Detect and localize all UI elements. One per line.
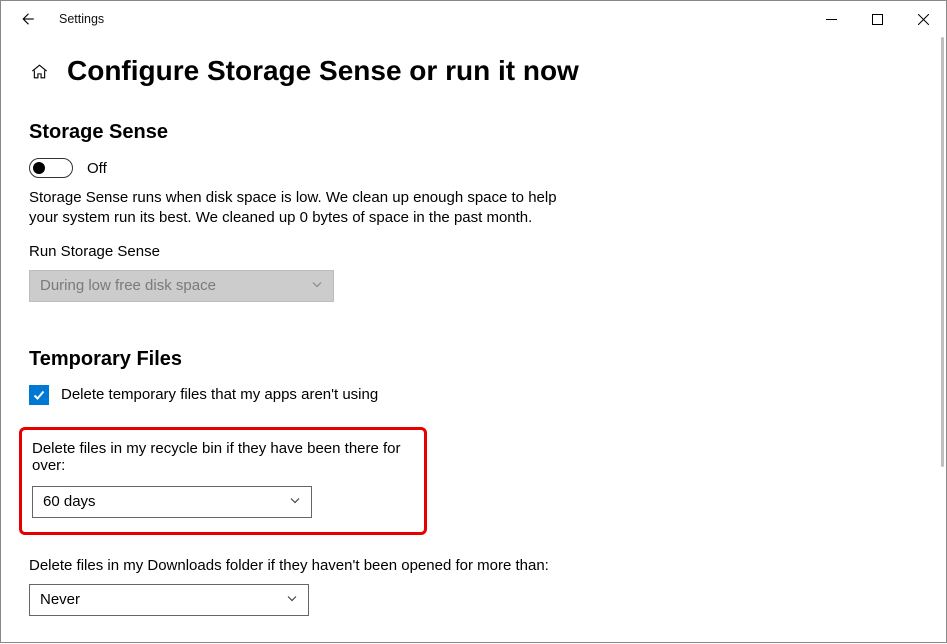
- close-icon: [918, 14, 929, 25]
- delete-unused-row: Delete temporary files that my apps aren…: [29, 385, 918, 405]
- checkmark-icon: [32, 388, 46, 402]
- recycle-bin-value: 60 days: [43, 493, 96, 510]
- titlebar: Settings: [1, 1, 946, 37]
- run-storage-sense-dropdown: During low free disk space: [29, 270, 334, 302]
- page-title: Configure Storage Sense or run it now: [67, 55, 579, 87]
- downloads-dropdown[interactable]: Never: [29, 584, 309, 616]
- storage-sense-toggle-label: Off: [87, 160, 107, 177]
- back-arrow-icon: [18, 10, 36, 28]
- recycle-bin-label: Delete files in my recycle bin if they h…: [32, 440, 410, 474]
- delete-unused-label: Delete temporary files that my apps aren…: [61, 386, 378, 403]
- delete-unused-checkbox[interactable]: [29, 385, 49, 405]
- chevron-down-icon: [289, 493, 301, 510]
- content-area: Configure Storage Sense or run it now St…: [1, 37, 946, 644]
- storage-sense-heading: Storage Sense: [29, 121, 918, 144]
- recycle-bin-highlight: Delete files in my recycle bin if they h…: [19, 427, 427, 535]
- maximize-button[interactable]: [854, 1, 900, 37]
- minimize-button[interactable]: [808, 1, 854, 37]
- run-storage-sense-label: Run Storage Sense: [29, 243, 918, 260]
- recycle-bin-dropdown[interactable]: 60 days: [32, 486, 312, 518]
- app-title: Settings: [59, 12, 104, 26]
- close-button[interactable]: [900, 1, 946, 37]
- temporary-files-heading: Temporary Files: [29, 348, 918, 371]
- toggle-knob: [33, 162, 45, 174]
- minimize-icon: [826, 14, 837, 25]
- downloads-label: Delete files in my Downloads folder if t…: [29, 557, 918, 574]
- back-button[interactable]: [9, 1, 45, 37]
- home-icon-svg: [30, 62, 49, 81]
- run-storage-sense-value: During low free disk space: [40, 277, 216, 294]
- storage-sense-description: Storage Sense runs when disk space is lo…: [29, 188, 589, 229]
- chevron-down-icon: [311, 277, 323, 294]
- storage-sense-toggle[interactable]: [29, 158, 73, 178]
- downloads-value: Never: [40, 591, 80, 608]
- home-icon[interactable]: [29, 61, 49, 81]
- maximize-icon: [872, 14, 883, 25]
- storage-sense-toggle-row: Off: [29, 158, 918, 178]
- page-header: Configure Storage Sense or run it now: [29, 55, 918, 87]
- chevron-down-icon: [286, 591, 298, 608]
- window-controls: [808, 1, 946, 37]
